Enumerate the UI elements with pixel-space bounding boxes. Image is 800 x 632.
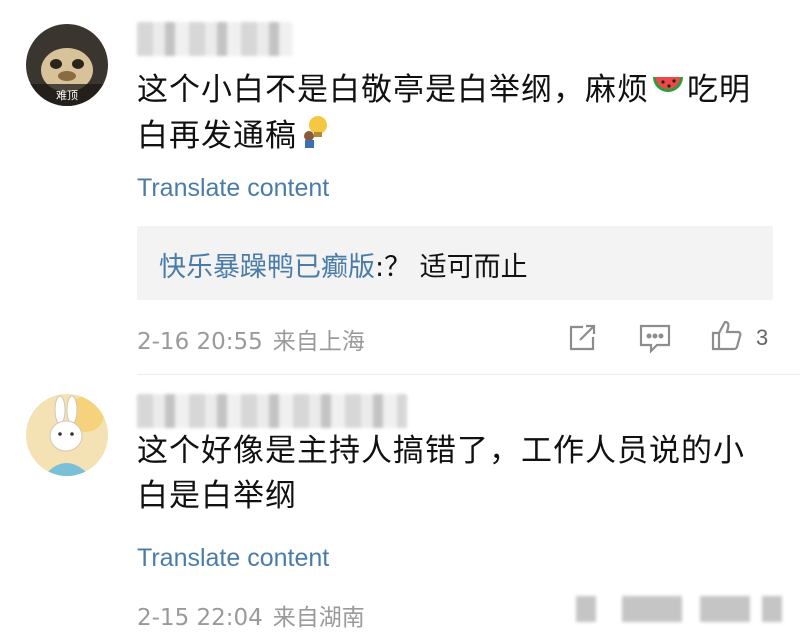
blurred-action: [622, 596, 682, 622]
reply-preview[interactable]: 快乐暴躁鸭已癫版:？ 适可而止: [137, 226, 773, 300]
username-blurred[interactable]: [137, 394, 407, 428]
comment-item: 这个好像是主持人搞错了，工作人员说的小白是白举纲 Translate conte…: [0, 376, 800, 632]
username-blurred[interactable]: [137, 22, 293, 56]
like-icon[interactable]: [710, 318, 744, 356]
timestamp: 2-15 22:04: [137, 605, 263, 631]
avatar[interactable]: 难顶: [26, 24, 108, 106]
reply-text: :？ 适可而止: [375, 252, 528, 283]
comment-text: 这个小白不是白敬亭是白举纲，麻烦 吃明白再发通稿: [137, 68, 776, 161]
avatar[interactable]: [26, 394, 108, 476]
watermelon-icon: [651, 69, 685, 114]
location: 来自上海: [272, 329, 365, 355]
avatar-image: 难顶: [26, 24, 108, 106]
reply-line: 快乐暴躁鸭已癫版:？ 适可而止: [159, 245, 528, 284]
comment-item: 难顶 这个小白不是白敬亭是白举纲，麻烦 吃明白再发通稿 Translate con…: [0, 0, 800, 375]
comment-text-part: 这个小白不是白敬亭是白举纲，麻烦: [137, 72, 649, 108]
like-count: 3: [756, 325, 769, 350]
share-icon[interactable]: [566, 322, 598, 358]
blurred-action: [576, 596, 596, 622]
timestamp: 2-16 20:55: [137, 329, 263, 355]
bulb-icon: [299, 114, 329, 161]
divider: [137, 374, 800, 375]
reply-author[interactable]: 快乐暴躁鸭已癫版: [159, 252, 375, 283]
comment-meta: 2-15 22:04 来自湖南: [137, 598, 365, 632]
blurred-action: [762, 596, 782, 622]
comment-meta: 2-16 20:55 来自上海: [137, 322, 365, 356]
comment-text: 这个好像是主持人搞错了，工作人员说的小白是白举纲: [137, 433, 745, 514]
avatar-image: [26, 394, 108, 476]
avatar-badge: 难顶: [56, 89, 78, 102]
comment-icon[interactable]: [638, 322, 672, 358]
location: 来自湖南: [272, 605, 365, 631]
blurred-action: [700, 596, 750, 622]
translate-link[interactable]: Translate content: [137, 174, 329, 203]
translate-link[interactable]: Translate content: [137, 544, 329, 573]
